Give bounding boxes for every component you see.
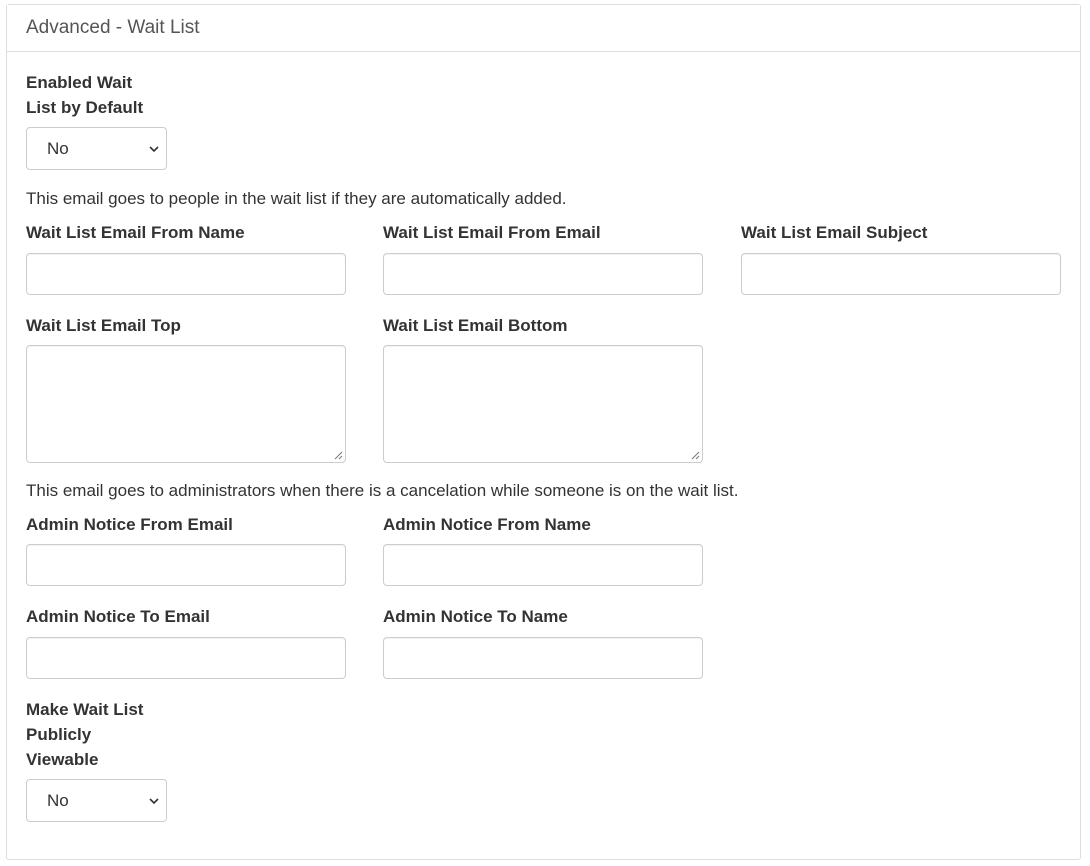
wl-from-email-input[interactable] [383,253,703,295]
public-viewable-label-line1: Make Wait List [26,700,144,719]
admin-to-email-input[interactable] [26,637,346,679]
enabled-wait-list-label-line2: List by Default [26,98,144,117]
wl-subject-input[interactable] [741,253,1061,295]
enabled-wait-list-value: No [47,138,69,158]
public-viewable-label: Make Wait List Publicly Viewable [26,697,143,772]
wait-list-help-text: This email goes to people in the wait li… [26,189,567,208]
admin-to-email-label: Admin Notice To Email [26,607,210,626]
wl-bottom-textarea[interactable] [383,345,703,463]
chevron-down-icon [149,146,159,153]
wl-top-textarea[interactable] [26,345,346,463]
resize-grip-icon[interactable] [690,450,700,460]
enabled-wait-list-label: Enabled Wait List by Default [26,70,143,120]
wl-subject-label: Wait List Email Subject [741,223,928,242]
wl-bottom-label: Wait List Email Bottom [383,316,568,335]
wl-from-email-label: Wait List Email From Email [383,223,601,242]
admin-from-name-label: Admin Notice From Name [383,515,591,534]
enabled-wait-list-select[interactable]: No [26,127,167,170]
admin-from-email-label: Admin Notice From Email [26,515,233,534]
admin-from-name-input[interactable] [383,544,703,586]
public-viewable-select[interactable]: No [26,779,167,822]
wl-from-name-label: Wait List Email From Name [26,223,245,242]
admin-from-email-input[interactable] [26,544,346,586]
enabled-wait-list-label-line1: Enabled Wait [26,73,133,92]
resize-grip-icon[interactable] [333,450,343,460]
chevron-down-icon [149,798,159,805]
public-viewable-label-line3: Viewable [26,750,99,769]
admin-to-name-input[interactable] [383,637,703,679]
wl-top-label: Wait List Email Top [26,316,181,335]
admin-help-text: This email goes to administrators when t… [26,481,739,500]
public-viewable-value: No [47,790,69,810]
public-viewable-label-line2: Publicly [26,725,92,744]
admin-to-name-label: Admin Notice To Name [383,607,568,626]
panel-title: Advanced - Wait List [7,5,1080,52]
wl-from-name-input[interactable] [26,253,346,295]
